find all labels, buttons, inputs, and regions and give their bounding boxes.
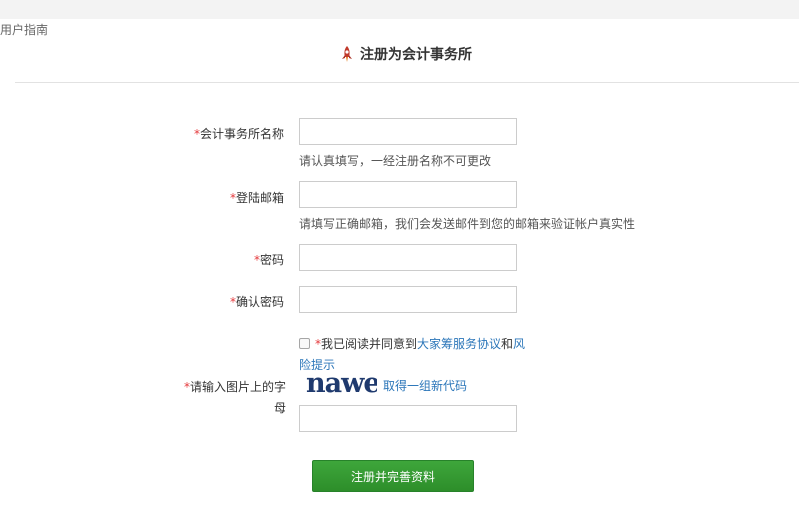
confirm-password-label: *确认密码: [229, 295, 284, 309]
email-label: *登陆邮箱: [229, 191, 284, 205]
confirm-password-input[interactable]: [299, 286, 517, 313]
agreement-conjunction: 和: [501, 337, 514, 351]
captcha-text: nawe: [306, 368, 377, 398]
top-bar: [0, 0, 799, 19]
page-header: 注册为会计事务所: [0, 38, 799, 70]
rocket-icon: [340, 45, 354, 63]
new-captcha-link[interactable]: 取得一组新代码: [383, 377, 467, 394]
register-submit-button[interactable]: 注册并完善资料: [312, 460, 474, 492]
captcha-label: *请输入图片上的字母: [183, 380, 286, 415]
password-input[interactable]: [299, 244, 517, 271]
email-hint: 请填写正确邮箱，我们会发送邮件到您的邮箱来验证帐户真实性: [299, 217, 636, 231]
service-agreement-link[interactable]: 大家筹服务协议: [417, 337, 501, 351]
page-title: 注册为会计事务所: [360, 47, 472, 63]
agreement-prefix: 我已阅读并同意到: [321, 337, 418, 351]
user-guide-link[interactable]: 用户指南: [0, 21, 48, 38]
firm-name-input[interactable]: [299, 118, 517, 145]
firm-name-label: *会计事务所名称: [193, 127, 284, 141]
agreement-checkbox[interactable]: [299, 338, 310, 349]
email-input[interactable]: [299, 181, 517, 208]
captcha-input[interactable]: [299, 405, 517, 432]
captcha-image[interactable]: nawe: [305, 368, 381, 399]
password-label: *密码: [253, 253, 284, 267]
header-divider: [15, 82, 799, 83]
title-wrap: 注册为会计事务所: [340, 44, 472, 64]
firm-name-hint: 请认真填写，一经注册名称不可更改: [299, 154, 492, 168]
